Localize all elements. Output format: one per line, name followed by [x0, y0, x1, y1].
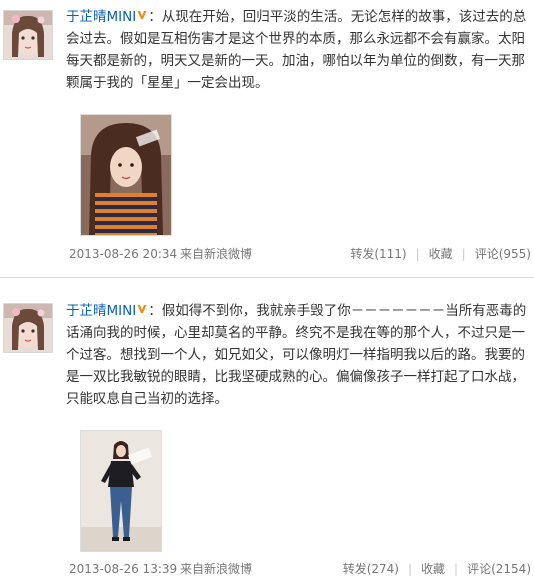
post-image[interactable]	[80, 114, 172, 236]
repost-button[interactable]: 转发(274)	[343, 562, 399, 576]
v-badge-icon	[137, 305, 147, 313]
post-actions: 转发(111) | 收藏 | 评论(955)	[350, 245, 531, 263]
striped-sweater	[95, 193, 157, 235]
favorite-button[interactable]: 收藏	[429, 247, 453, 261]
action-separator: |	[407, 562, 413, 576]
user-avatar[interactable]	[3, 303, 53, 353]
post-meta: 2013-08-26 20:34 来自新浪微博 转发(111) | 收藏 | 评论(95…	[69, 245, 531, 263]
post-text: 于芷晴MINI ：假如得不到你，我就亲手毁了你－－－－－－－当所有恶毒的话涌向我的…	[66, 300, 532, 410]
avatar-photo	[4, 11, 52, 59]
photo-fullbody	[81, 431, 161, 551]
post-text: 于芷晴MINI ：从现在开始，回归平淡的生活。无论怎样的故事，该过去的总会过去。假…	[66, 6, 532, 94]
post-divider	[0, 277, 534, 278]
post-actions: 转发(274) | 收藏 | 评论(2154)	[343, 560, 531, 578]
post-time[interactable]: 2013-08-26 13:39	[69, 560, 177, 578]
author-link[interactable]: 于芷晴MINI	[66, 303, 136, 319]
comment-button[interactable]: 评论(2154)	[467, 562, 531, 576]
photo-selfie	[81, 115, 171, 235]
action-separator: |	[454, 562, 459, 576]
author-separator: ：	[148, 303, 162, 319]
favorite-button[interactable]: 收藏	[421, 562, 445, 576]
v-badge-icon	[137, 11, 147, 19]
avatar-photo	[4, 304, 52, 352]
post-image[interactable]	[80, 430, 162, 552]
action-separator: |	[415, 247, 420, 261]
post-source[interactable]: 来自新浪微博	[180, 245, 252, 263]
post-source[interactable]: 来自新浪微博	[180, 560, 252, 578]
author-separator: ：	[148, 9, 162, 25]
comment-button[interactable]: 评论(955)	[475, 247, 531, 261]
author-link[interactable]: 于芷晴MINI	[66, 9, 136, 25]
user-avatar[interactable]	[3, 10, 53, 60]
action-separator: |	[461, 247, 466, 261]
repost-button[interactable]: 转发(111)	[350, 247, 406, 261]
post-time[interactable]: 2013-08-26 20:34	[69, 245, 177, 263]
post-meta: 2013-08-26 13:39 来自新浪微博 转发(274) | 收藏 | 评论(21…	[69, 560, 531, 578]
